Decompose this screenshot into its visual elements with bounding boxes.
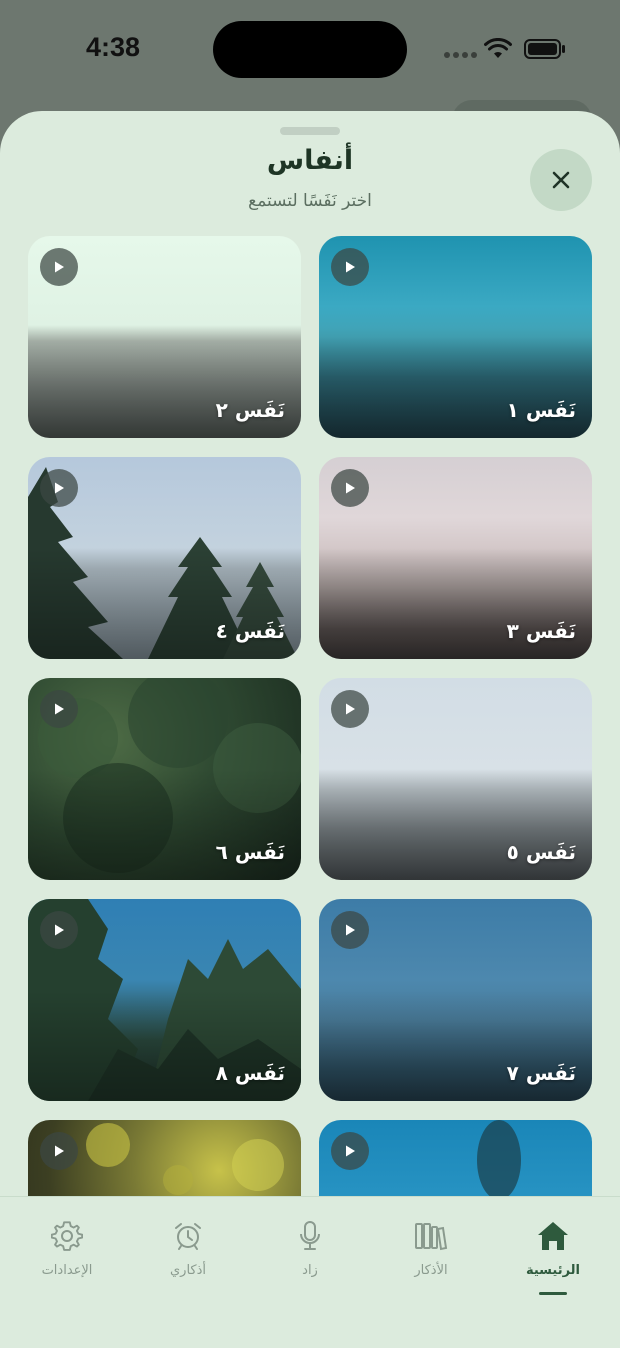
play-icon bbox=[55, 482, 64, 494]
breath-card-label: نَفَس ١ bbox=[506, 398, 576, 422]
play-icon bbox=[346, 261, 355, 273]
play-button[interactable] bbox=[331, 248, 369, 286]
play-icon bbox=[346, 482, 355, 494]
status-time: 4:38 bbox=[86, 32, 141, 62]
breath-card-4[interactable]: نَفَس ٤ bbox=[28, 457, 301, 659]
play-button[interactable] bbox=[40, 911, 78, 949]
play-button[interactable] bbox=[331, 469, 369, 507]
breath-card-5[interactable]: نَفَس ٥ bbox=[319, 678, 592, 880]
breath-card-1[interactable]: نَفَس ١ bbox=[319, 236, 592, 438]
alarm-clock-icon bbox=[175, 1223, 201, 1250]
close-icon bbox=[552, 171, 570, 189]
tab-settings[interactable]: الإعدادات bbox=[12, 1217, 122, 1297]
breaths-grid: نَفَس ١ نَفَس ٢ نَفَس ٣ نَفَس ٤ نَفَس ٥ … bbox=[28, 236, 592, 1322]
play-icon bbox=[55, 703, 64, 715]
tab-home-label: الرئيسية bbox=[525, 1263, 581, 1278]
sheet-grabber[interactable] bbox=[280, 127, 340, 135]
play-icon bbox=[346, 703, 355, 715]
play-icon bbox=[55, 924, 64, 936]
play-button[interactable] bbox=[331, 690, 369, 728]
tab-my-adhkar-label: أذكاري bbox=[169, 1263, 206, 1278]
play-icon bbox=[55, 261, 64, 273]
play-button[interactable] bbox=[40, 469, 78, 507]
breath-card-label: نَفَس ٨ bbox=[215, 1061, 285, 1085]
breath-card-8[interactable]: نَفَس ٨ bbox=[28, 899, 301, 1101]
play-button[interactable] bbox=[40, 1132, 78, 1170]
tab-my-adhkar[interactable]: أذكاري bbox=[133, 1217, 243, 1297]
breath-card-6[interactable]: نَفَس ٦ bbox=[28, 678, 301, 880]
breath-card-label: نَفَس ٥ bbox=[506, 840, 576, 864]
play-button[interactable] bbox=[40, 690, 78, 728]
tab-home[interactable]: الرئيسية bbox=[498, 1217, 608, 1297]
tab-zad[interactable]: زاد bbox=[255, 1217, 365, 1297]
tab-zad-label: زاد bbox=[302, 1263, 318, 1278]
breath-card-3[interactable]: نَفَس ٣ bbox=[319, 457, 592, 659]
breath-card-label: نَفَس ٦ bbox=[215, 840, 285, 864]
tab-adhkar-label: الأذكار bbox=[414, 1263, 448, 1278]
battery-icon bbox=[524, 39, 565, 59]
breath-card-label: نَفَس ٣ bbox=[506, 619, 576, 643]
gear-icon bbox=[51, 1221, 83, 1251]
books-icon bbox=[415, 1223, 448, 1251]
play-icon bbox=[346, 1145, 355, 1157]
tab-bar: الرئيسية الأذكار زاد أذكاري الإعدادات bbox=[0, 1196, 620, 1348]
play-icon bbox=[346, 924, 355, 936]
status-bar: 4:38 bbox=[0, 0, 620, 100]
breath-card-2[interactable]: نَفَس ٢ bbox=[28, 236, 301, 438]
sheet-title: أنفاس bbox=[266, 145, 354, 176]
play-button[interactable] bbox=[331, 911, 369, 949]
play-button[interactable] bbox=[331, 1132, 369, 1170]
sheet-subtitle: اختر نَفَسًا لتستمع bbox=[248, 191, 372, 211]
breath-card-label: نَفَس ٧ bbox=[506, 1061, 576, 1085]
wifi-icon bbox=[484, 38, 512, 58]
tab-settings-label: الإعدادات bbox=[41, 1263, 93, 1278]
home-icon bbox=[538, 1222, 568, 1250]
breath-card-label: نَفَس ٤ bbox=[215, 619, 285, 643]
breath-card-label: نَفَس ٢ bbox=[215, 398, 285, 422]
close-button[interactable] bbox=[530, 149, 592, 211]
tab-adhkar[interactable]: الأذكار bbox=[376, 1217, 486, 1297]
cellular-signal-icon bbox=[444, 52, 477, 58]
play-icon bbox=[55, 1145, 64, 1157]
breath-card-7[interactable]: نَفَس ٧ bbox=[319, 899, 592, 1101]
dynamic-island bbox=[213, 21, 407, 78]
play-button[interactable] bbox=[40, 248, 78, 286]
microphone-icon bbox=[300, 1221, 320, 1250]
breaths-sheet: أنفاس اختر نَفَسًا لتستمع نَفَس ١ نَفَس … bbox=[0, 111, 620, 1348]
active-tab-indicator bbox=[539, 1292, 567, 1295]
